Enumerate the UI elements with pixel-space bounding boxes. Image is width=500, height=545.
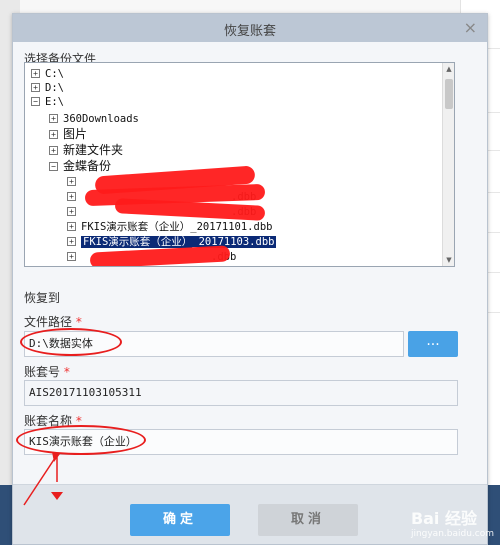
tree-item-label: C:\ [45,68,64,80]
expand-icon[interactable]: + [67,192,76,201]
expand-icon[interactable]: + [49,146,58,155]
tree-item[interactable]: − E:\ [31,95,64,109]
expand-icon[interactable]: + [67,177,76,186]
scroll-thumb[interactable] [445,79,453,109]
annotation-circle [20,328,122,356]
tree-item[interactable]: − 金蝶备份 [49,159,111,173]
account-no-label: 账套号 * [24,363,70,380]
expand-icon[interactable]: + [67,207,76,216]
expand-icon[interactable]: + [67,252,76,261]
tree-item-label: FKIS演示账套（企业）_20171103.dbb [81,236,277,248]
tree-item[interactable]: + 图片 [49,127,87,141]
tree-item-label: FKIS演示账套（企业）_20171101.dbb [81,221,273,233]
watermark-url: jingyan.baidu.com [410,529,494,539]
baidu-watermark: Bai 经验 jingyan.baidu.com [411,505,494,539]
collapse-icon[interactable]: − [31,97,40,106]
tree-item-label: D:\ [45,82,64,94]
tree-item-label: 360Downloads [63,113,139,125]
dialog-titlebar[interactable]: 恢复账套 × [13,14,487,42]
required-mark: * [63,365,70,379]
cancel-button[interactable]: 取消 [258,504,358,536]
tree-item[interactable]: +360Downloads [49,112,139,126]
account-no-input[interactable]: AIS20171103105311 [24,380,458,406]
required-mark: * [75,315,82,329]
annotation-circle [16,425,146,455]
tree-item[interactable]: + 新建文件夹 [49,143,123,157]
browse-button[interactable]: ... [408,331,458,357]
tree-item-label: 新建文件夹 [63,143,124,157]
tree-item-redacted[interactable]: + [67,175,81,189]
watermark-brand: Bai 经验 [410,509,477,528]
backup-file-tree[interactable]: + C:\ + D:\ − E:\ +360Downloads + 图片 + 新建文件夹 … [24,62,455,267]
tree-item-label: E:\ [45,96,64,108]
expand-icon[interactable]: + [49,130,58,139]
tree-item-label: 图片 [63,127,88,141]
expand-icon[interactable]: + [67,222,76,231]
tree-scrollbar[interactable]: ▲ ▼ [442,63,454,266]
expand-icon[interactable]: + [49,114,58,123]
restore-to-label: 恢复到 [24,291,61,305]
tree-item[interactable]: + FKIS演示账套（企业）_20171101.dbb [67,220,272,234]
account-no-label-text: 账套号 [24,365,61,379]
tree-item[interactable]: + D:\ [31,81,64,95]
expand-icon[interactable]: + [67,237,76,246]
close-icon[interactable]: × [464,18,477,37]
tree-item-selected[interactable]: + FKIS演示账套（企业）_20171103.dbb [67,235,277,249]
expand-icon[interactable]: + [31,83,40,92]
tree-item[interactable]: + C:\ [31,67,64,81]
scroll-down-icon[interactable]: ▼ [443,254,454,266]
expand-icon[interactable]: + [31,69,40,78]
dialog-title: 恢复账套 [223,24,276,39]
tree-item-label: 金蝶备份 [63,159,112,173]
collapse-icon[interactable]: − [49,162,58,171]
file-path-label-text: 文件路径 [24,315,73,329]
scroll-up-icon[interactable]: ▲ [443,63,454,75]
ok-button[interactable]: 确定 [130,504,230,536]
